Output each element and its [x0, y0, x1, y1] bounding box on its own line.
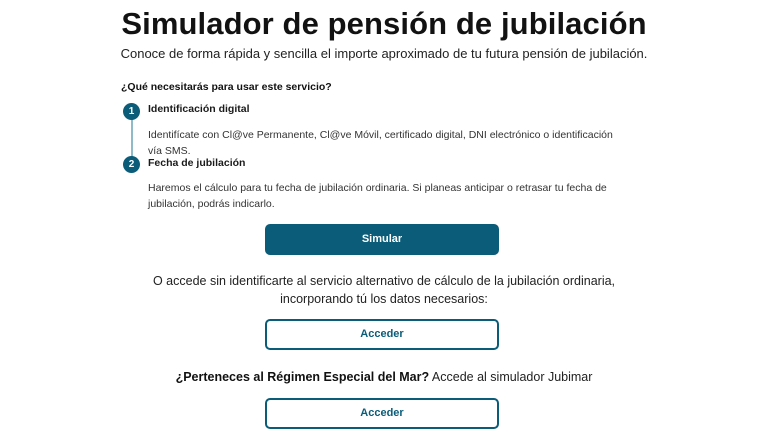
step-2-description: Haremos el cálculo para tu fecha de jubi…	[148, 182, 607, 210]
page-title: Simulador de pensión de jubilación	[121, 6, 647, 41]
pension-simulator-page: Simulador de pensión de jubilación Conoc…	[0, 0, 768, 432]
step-1-description: Identifícate con Cl@ve Permanente, Cl@ve…	[148, 129, 613, 157]
step-1-title: Identificación digital	[148, 103, 250, 115]
alternative-service-text: O accede sin identificarte al servicio a…	[152, 274, 616, 306]
steps-timeline-line	[131, 119, 133, 159]
step-2-title: Fecha de jubilación	[148, 157, 246, 169]
mar-regime-text: ¿Perteneces al Régimen Especial del Mar?…	[0, 368, 768, 386]
step-1-number-badge: 1	[123, 103, 140, 120]
access-alternative-button[interactable]: Acceder	[265, 319, 499, 350]
access-jubimar-button[interactable]: Acceder	[265, 398, 499, 429]
page-subtitle: Conoce de forma rápida y sencilla el imp…	[120, 46, 648, 61]
mar-regime-question: ¿Perteneces al Régimen Especial del Mar?	[175, 370, 430, 384]
step-2-number-badge: 2	[123, 156, 140, 173]
simulate-button[interactable]: Simular	[265, 224, 499, 255]
requirements-question: ¿Qué necesitarás para usar este servicio…	[121, 81, 332, 93]
mar-regime-link-text: Accede al simulador Jubimar	[429, 370, 593, 384]
